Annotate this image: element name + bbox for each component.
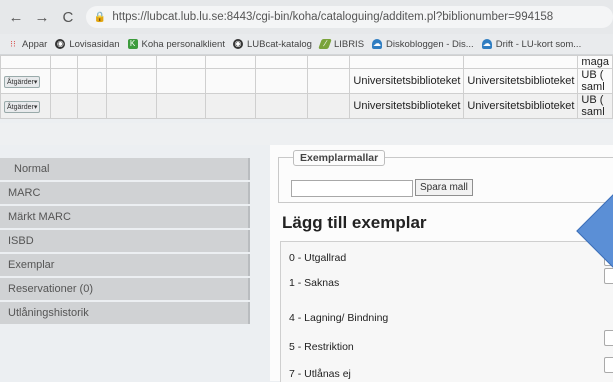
bookmark-appar[interactable]: ⁝⁝ Appar xyxy=(8,39,47,50)
home-library-cell: Universitetsbiblioteket xyxy=(349,93,465,119)
field-label-damaged: 4 - Lagning/ Bindning xyxy=(289,312,389,324)
browser-toolbar: ← → C 🔒 https://lubcat.lub.lu.se:8443/cg… xyxy=(0,0,613,34)
back-icon[interactable]: ← xyxy=(6,9,26,26)
actions-button[interactable]: Åtgärder▾ xyxy=(4,75,41,88)
tab-isbd[interactable]: ISBD xyxy=(0,230,250,252)
restricted-select[interactable] xyxy=(604,330,613,346)
koha-icon: K xyxy=(127,39,138,49)
tab-circulation-history[interactable]: Utlåningshistorik xyxy=(0,302,250,324)
item-field-list: 0 - Utgallrad 1 - Saknas 4 - Lagning/ Bi… xyxy=(280,241,613,382)
lock-icon: 🔒 xyxy=(93,11,107,23)
template-name-input[interactable] xyxy=(291,180,413,197)
divider xyxy=(0,123,613,145)
tab-normal[interactable]: Normal xyxy=(0,158,250,180)
bookmark-libris[interactable]: / LIBRIS xyxy=(318,39,364,50)
bookmark-diskobloggen[interactable]: ☁ Diskobloggen - Dis... xyxy=(372,39,474,50)
tab-items[interactable]: Exemplar xyxy=(0,254,250,276)
globe-icon: ◉ xyxy=(232,39,243,49)
reload-icon[interactable]: C xyxy=(58,9,78,26)
tab-marc[interactable]: MARC xyxy=(0,182,250,204)
holding-library-cell: Universitetsbiblioteket xyxy=(463,93,579,119)
item-templates-fieldset: Exemplarmallar Spara mall xyxy=(278,150,613,203)
page-title: Lägg till exemplar xyxy=(282,213,427,232)
field-label-withdrawn: 0 - Utgallrad xyxy=(289,252,347,264)
home-library-cell: Universitetsbiblioteket xyxy=(349,68,465,94)
location-cell: UB ( saml xyxy=(577,68,613,94)
bookmark-lovisasidan[interactable]: ◉ Lovisasidan xyxy=(55,39,120,50)
url-text: https://lubcat.lub.lu.se:8443/cgi-bin/ko… xyxy=(112,11,554,23)
table-row: Åtgärder▾ Universitetsbiblioteket Univer… xyxy=(0,93,613,119)
actions-button[interactable]: Åtgärder▾ xyxy=(4,100,41,113)
cloud-icon: ☁ xyxy=(372,39,383,49)
item-templates-legend: Exemplarmallar xyxy=(293,150,386,166)
libris-icon: / xyxy=(318,39,332,49)
globe-icon: ◉ xyxy=(55,39,66,49)
table-row: maga xyxy=(0,55,613,69)
bookmark-lubcat[interactable]: ◉ LUBcat-katalog xyxy=(232,39,312,50)
forward-icon[interactable]: → xyxy=(32,9,52,26)
bookmark-drift[interactable]: ☁ Drift - LU-kort som... xyxy=(481,39,581,50)
table-row: Åtgärder▾ Universitetsbiblioteket Univer… xyxy=(0,68,613,94)
field-label-restricted: 5 - Restriktion xyxy=(289,341,354,353)
location-cell: UB ( saml xyxy=(577,93,613,119)
not-for-loan-select[interactable] xyxy=(604,357,613,373)
view-tabs: Normal MARC Märkt MARC ISBD Exemplar Res… xyxy=(0,158,250,326)
lost-select[interactable] xyxy=(604,268,613,284)
bookmark-koha[interactable]: K Koha personalklient xyxy=(127,39,225,50)
apps-grid-icon: ⁝⁝ xyxy=(10,39,16,49)
field-label-lost: 1 - Saknas xyxy=(289,277,340,289)
bookmarks-bar: ⁝⁝ Appar ◉ Lovisasidan K Koha personalkl… xyxy=(0,34,613,55)
save-template-button[interactable]: Spara mall xyxy=(415,179,473,196)
address-bar[interactable]: 🔒 https://lubcat.lub.lu.se:8443/cgi-bin/… xyxy=(85,6,613,28)
tab-labeled-marc[interactable]: Märkt MARC xyxy=(0,206,250,228)
cloud-icon: ☁ xyxy=(481,39,492,49)
holding-library-cell: Universitetsbiblioteket xyxy=(463,68,579,94)
items-table: maga Åtgärder▾ Universitetsbiblioteket U… xyxy=(0,55,613,119)
main-content: Exemplarmallar Spara mall Lägg till exem… xyxy=(270,145,613,382)
field-label-not-for-loan: 7 - Utlånas ej xyxy=(289,368,351,380)
location-cell: maga xyxy=(577,55,613,69)
tab-holds[interactable]: Reservationer (0) xyxy=(0,278,250,300)
